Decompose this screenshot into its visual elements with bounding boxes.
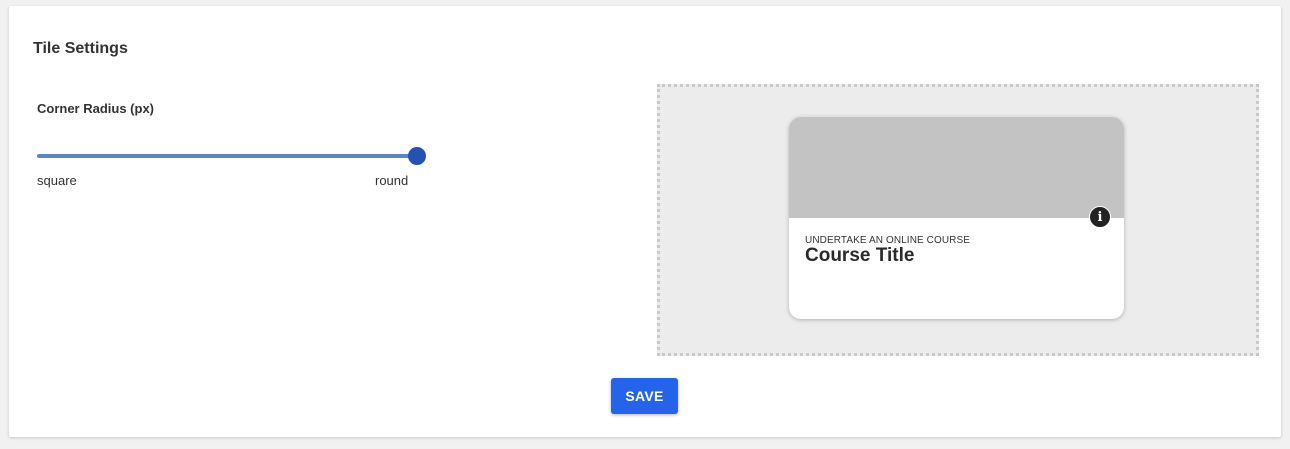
tile-title: Course Title: [805, 245, 915, 266]
slider-fill: [37, 154, 417, 158]
tile-preview-area: i UNDERTAKE AN ONLINE COURSE Course Titl…: [657, 84, 1259, 356]
info-icon[interactable]: i: [1089, 206, 1111, 228]
section-title: Tile Settings: [33, 40, 128, 57]
corner-radius-label: Corner Radius (px): [37, 101, 155, 116]
save-button[interactable]: SAVE: [611, 378, 678, 414]
slider-min-label: square: [37, 173, 77, 188]
course-tile[interactable]: i UNDERTAKE AN ONLINE COURSE Course Titl…: [789, 117, 1124, 319]
tile-settings-card: Tile Settings Corner Radius (px) square …: [9, 6, 1281, 437]
tile-image-placeholder: [789, 117, 1124, 218]
corner-radius-slider[interactable]: [37, 146, 426, 166]
slider-max-label: round: [375, 173, 409, 188]
slider-thumb[interactable]: [408, 147, 426, 165]
